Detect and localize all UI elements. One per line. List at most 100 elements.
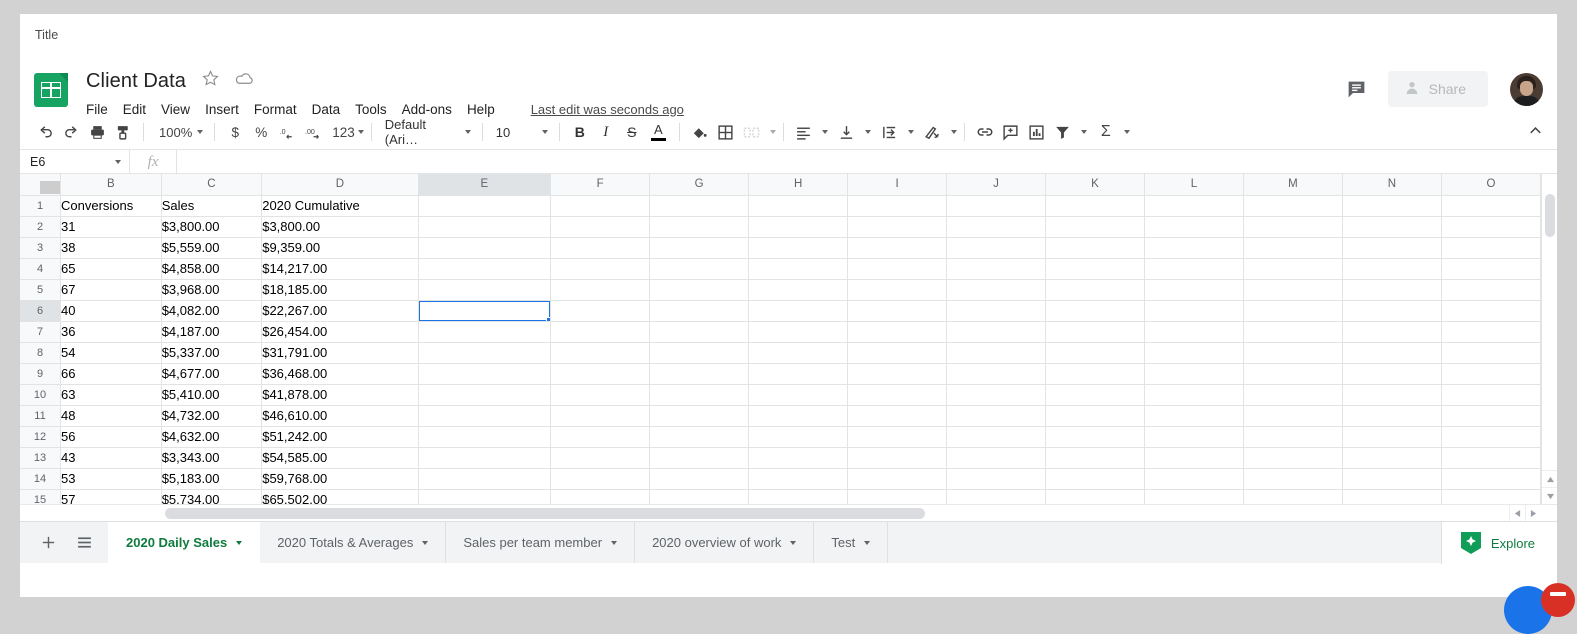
- cell-O5[interactable]: [1441, 279, 1541, 301]
- chevron-down-icon[interactable]: [821, 130, 828, 134]
- font-size-selector[interactable]: 10: [490, 125, 552, 140]
- cell-L14[interactable]: [1144, 468, 1244, 490]
- cell-L15[interactable]: [1144, 489, 1244, 504]
- cell-M14[interactable]: [1243, 468, 1343, 490]
- cell-M1[interactable]: [1243, 195, 1343, 217]
- cell-E12[interactable]: [418, 426, 552, 448]
- cell-G15[interactable]: [649, 489, 750, 504]
- chevron-down-icon[interactable]: [1123, 130, 1130, 134]
- scroll-right-icon[interactable]: [1525, 504, 1541, 522]
- cell-O2[interactable]: [1441, 216, 1541, 238]
- cell-I2[interactable]: [847, 216, 948, 238]
- cell-H10[interactable]: [748, 384, 849, 406]
- cell-D10[interactable]: $41,878.00: [261, 384, 419, 406]
- cell-D12[interactable]: $51,242.00: [261, 426, 419, 448]
- cell-O11[interactable]: [1441, 405, 1541, 427]
- zoom-selector[interactable]: 100%: [151, 125, 207, 140]
- row-header-10[interactable]: 10: [20, 384, 61, 406]
- cell-J2[interactable]: [946, 216, 1046, 238]
- column-header-d[interactable]: D: [261, 174, 419, 196]
- cell-L8[interactable]: [1144, 342, 1244, 364]
- cell-D6[interactable]: $22,267.00: [261, 300, 419, 322]
- cell-M12[interactable]: [1243, 426, 1343, 448]
- cell-L4[interactable]: [1144, 258, 1244, 280]
- cell-L12[interactable]: [1144, 426, 1244, 448]
- explore-button[interactable]: Explore: [1440, 522, 1557, 564]
- cell-L11[interactable]: [1144, 405, 1244, 427]
- cell-G1[interactable]: [649, 195, 750, 217]
- cell-O14[interactable]: [1441, 468, 1541, 490]
- cell-K10[interactable]: [1045, 384, 1145, 406]
- cell-I9[interactable]: [847, 363, 948, 385]
- cell-J7[interactable]: [946, 321, 1046, 343]
- cell-B10[interactable]: 63: [60, 384, 162, 406]
- cell-E9[interactable]: [418, 363, 552, 385]
- cell-I3[interactable]: [847, 237, 948, 259]
- cell-E5[interactable]: [418, 279, 552, 301]
- cell-K8[interactable]: [1045, 342, 1145, 364]
- cell-J12[interactable]: [946, 426, 1046, 448]
- decrease-decimal-icon[interactable]: .0: [274, 119, 300, 145]
- column-header-n[interactable]: N: [1342, 174, 1442, 196]
- row-header-12[interactable]: 12: [20, 426, 61, 448]
- cell-G5[interactable]: [649, 279, 750, 301]
- number-format-selector[interactable]: 123: [327, 119, 355, 145]
- scroll-left-icon[interactable]: [1509, 504, 1525, 522]
- cell-H11[interactable]: [748, 405, 849, 427]
- scroll-up-icon[interactable]: [1542, 470, 1557, 487]
- cell-I8[interactable]: [847, 342, 948, 364]
- cell-H4[interactable]: [748, 258, 849, 280]
- redo-icon[interactable]: [58, 119, 84, 145]
- cell-D3[interactable]: $9,359.00: [261, 237, 419, 259]
- floating-action-red[interactable]: [1541, 583, 1575, 617]
- cell-O3[interactable]: [1441, 237, 1541, 259]
- cloud-saved-icon[interactable]: [235, 71, 254, 91]
- paint-format-icon[interactable]: [110, 119, 136, 145]
- chevron-down-icon[interactable]: [769, 130, 776, 134]
- filter-icon[interactable]: [1050, 119, 1076, 145]
- cell-B8[interactable]: 54: [60, 342, 162, 364]
- undo-icon[interactable]: [32, 119, 58, 145]
- cell-L3[interactable]: [1144, 237, 1244, 259]
- insert-link-icon[interactable]: [972, 119, 998, 145]
- cell-I14[interactable]: [847, 468, 948, 490]
- cell-I6[interactable]: [847, 300, 948, 322]
- cell-M13[interactable]: [1243, 447, 1343, 469]
- cell-J5[interactable]: [946, 279, 1046, 301]
- cell-B14[interactable]: 53: [60, 468, 162, 490]
- cell-L9[interactable]: [1144, 363, 1244, 385]
- cell-M4[interactable]: [1243, 258, 1343, 280]
- fill-handle[interactable]: [546, 316, 550, 320]
- cell-N9[interactable]: [1342, 363, 1442, 385]
- cell-B2[interactable]: 31: [60, 216, 162, 238]
- horizontal-scrollbar-track[interactable]: [145, 505, 1509, 522]
- cell-H14[interactable]: [748, 468, 849, 490]
- cell-L1[interactable]: [1144, 195, 1244, 217]
- column-header-o[interactable]: O: [1441, 174, 1541, 196]
- cell-C4[interactable]: $4,858.00: [161, 258, 263, 280]
- cell-E6[interactable]: [418, 300, 552, 322]
- column-header-j[interactable]: J: [946, 174, 1046, 196]
- text-rotation-icon[interactable]: [920, 119, 946, 145]
- cell-M3[interactable]: [1243, 237, 1343, 259]
- cell-B12[interactable]: 56: [60, 426, 162, 448]
- cell-G8[interactable]: [649, 342, 750, 364]
- row-header-11[interactable]: 11: [20, 405, 61, 427]
- cell-C2[interactable]: $3,800.00: [161, 216, 263, 238]
- cell-H7[interactable]: [748, 321, 849, 343]
- cell-M15[interactable]: [1243, 489, 1343, 504]
- cell-D1[interactable]: 2020 Cumulative: [261, 195, 419, 217]
- cell-O9[interactable]: [1441, 363, 1541, 385]
- cell-F3[interactable]: [550, 237, 651, 259]
- cell-G13[interactable]: [649, 447, 750, 469]
- cell-L6[interactable]: [1144, 300, 1244, 322]
- column-header-l[interactable]: L: [1144, 174, 1244, 196]
- cell-K2[interactable]: [1045, 216, 1145, 238]
- cell-J9[interactable]: [946, 363, 1046, 385]
- column-header-k[interactable]: K: [1045, 174, 1145, 196]
- cell-E7[interactable]: [418, 321, 552, 343]
- cell-C11[interactable]: $4,732.00: [161, 405, 263, 427]
- cell-J11[interactable]: [946, 405, 1046, 427]
- increase-decimal-icon[interactable]: .00: [300, 119, 327, 145]
- cell-K9[interactable]: [1045, 363, 1145, 385]
